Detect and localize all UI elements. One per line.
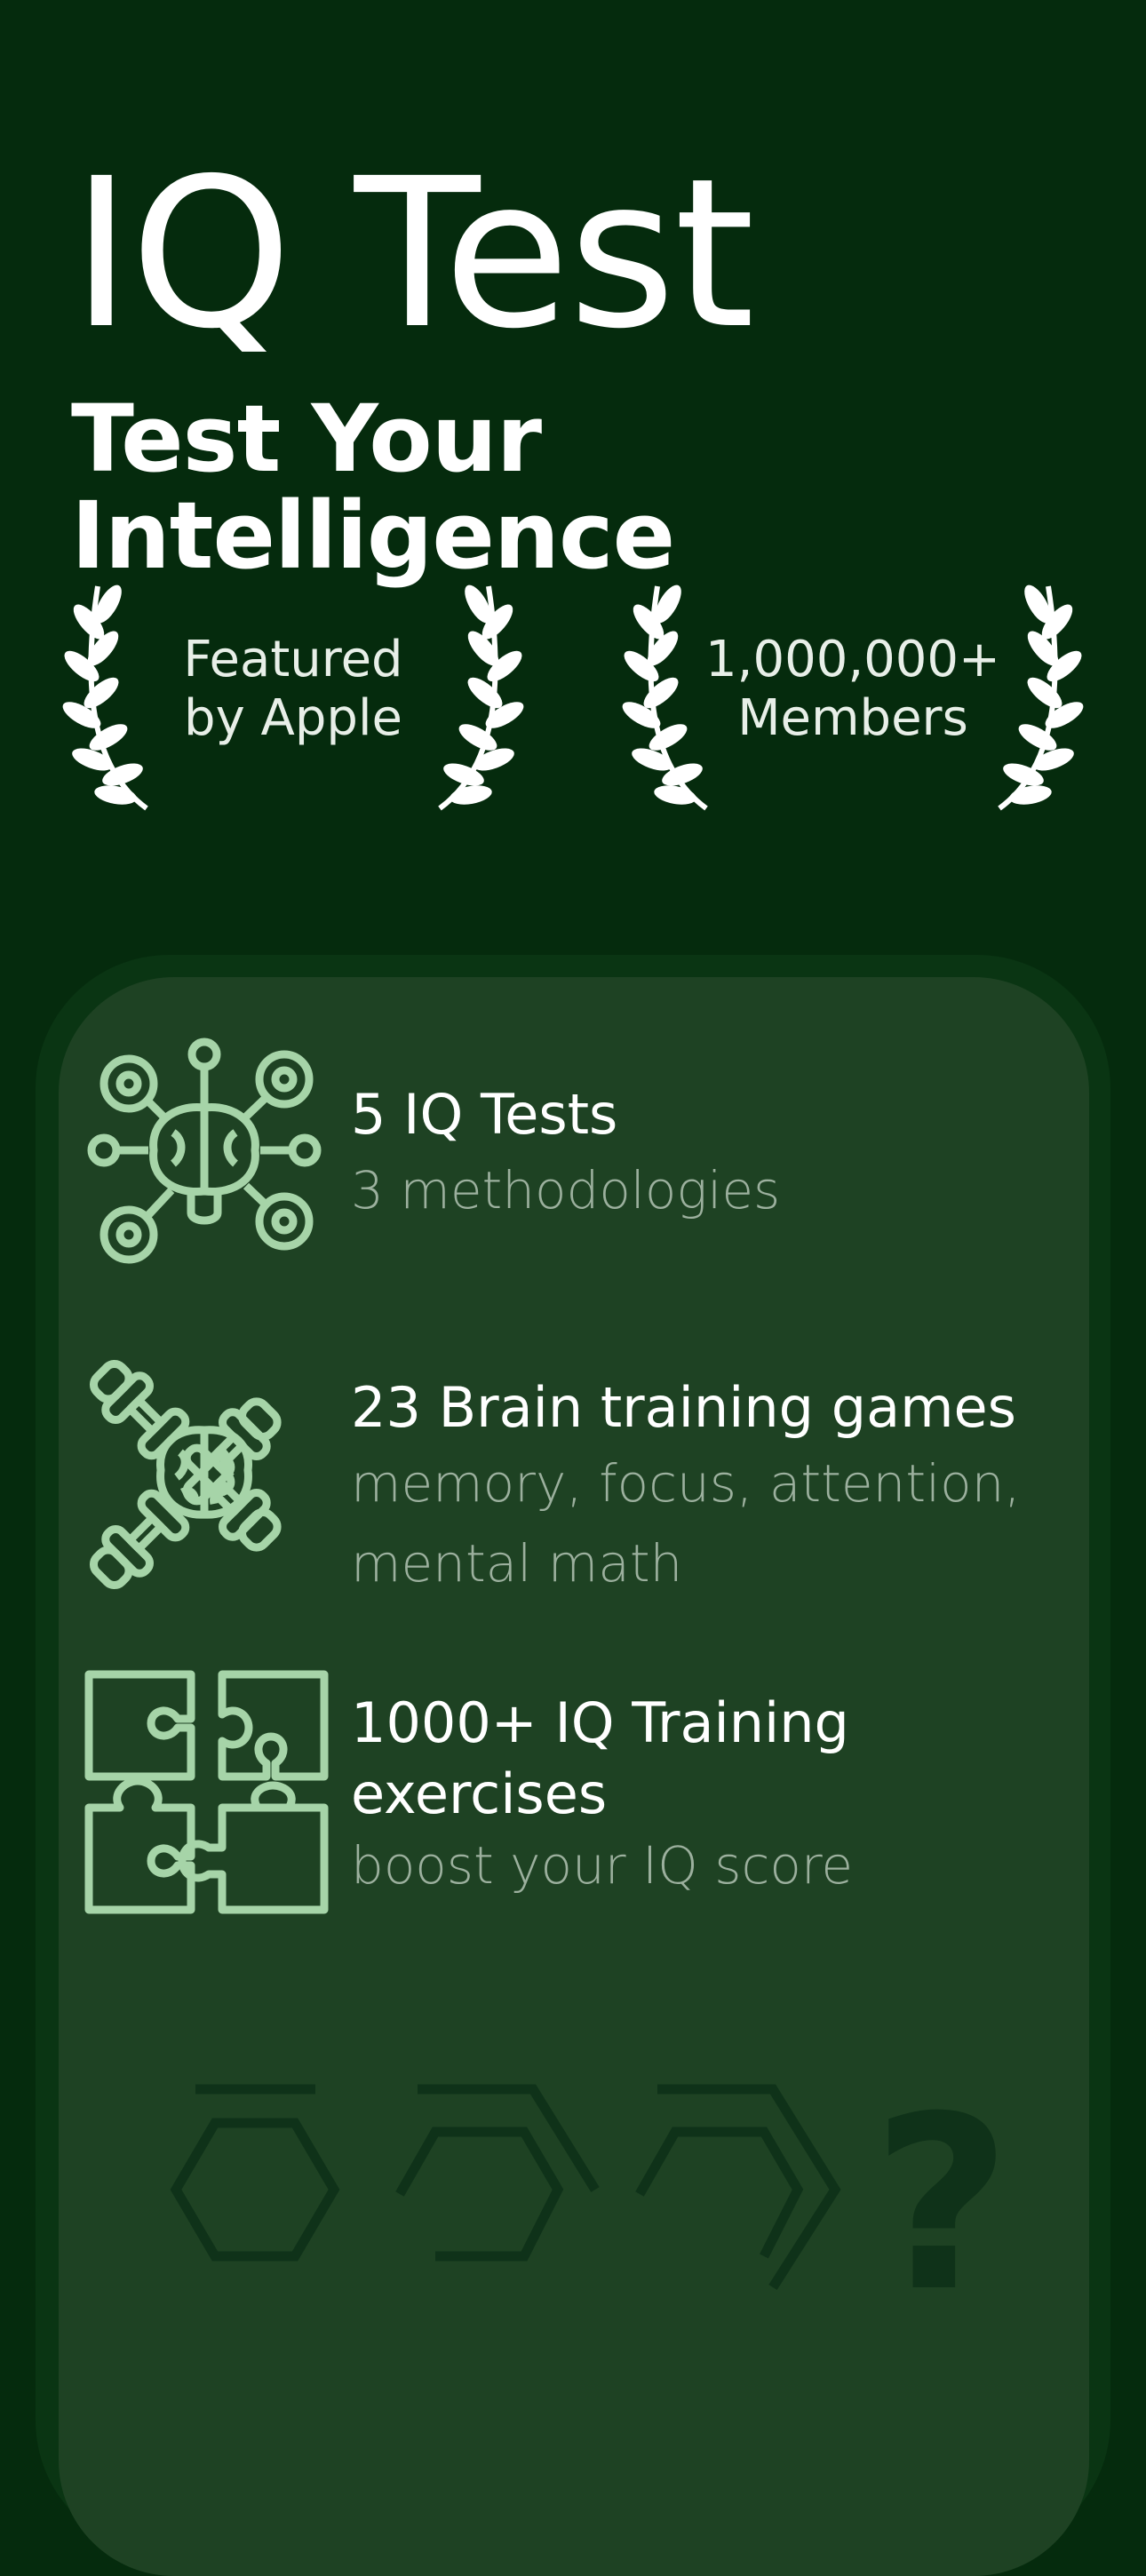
app-title: IQ Test [71, 134, 755, 374]
feature-desc: 3 methodologies [351, 1160, 781, 1220]
iq-puzzle-sequence: ? [160, 2064, 1013, 2344]
brain-dumbbells-icon [89, 1359, 282, 1590]
laurel-right-icon [438, 584, 524, 811]
puzzle-hexagon-partial-2 [635, 2084, 841, 2290]
puzzle-hexagon-partial-1 [395, 2084, 600, 2262]
feature-desc: boost your IQ score [351, 1835, 854, 1896]
feature-desc-line-1: memory, focus, attention, [351, 1453, 1021, 1514]
puzzle-pieces-icon [84, 1670, 329, 1914]
award-members: 1,000,000+ Members [622, 568, 1084, 817]
feature-title: 5 IQ Tests [351, 1082, 618, 1147]
question-mark: ? [872, 2070, 1012, 2310]
award-featured-by-apple: Featured by Apple [62, 568, 524, 817]
laurel-right-icon [998, 584, 1084, 811]
puzzle-shapes: ? [170, 2064, 1012, 2344]
award-line-2: Members [737, 689, 968, 748]
app-subtitle: Test Your Intelligence [71, 385, 675, 591]
award-line-1: 1,000,000+ [705, 631, 1000, 688]
feature-title-line-2: exercises [351, 1761, 608, 1826]
brain-network-icon [87, 1038, 322, 1264]
feature-title: 23 Brain training games [351, 1375, 1016, 1440]
award-line-1: Featured [183, 631, 403, 688]
feature-desc-line-2: mental math [351, 1533, 683, 1594]
award-line-2: by Apple [184, 689, 402, 748]
puzzle-hexagon [170, 2084, 340, 2262]
feature-title-line-1: 1000+ IQ Training [351, 1690, 849, 1755]
